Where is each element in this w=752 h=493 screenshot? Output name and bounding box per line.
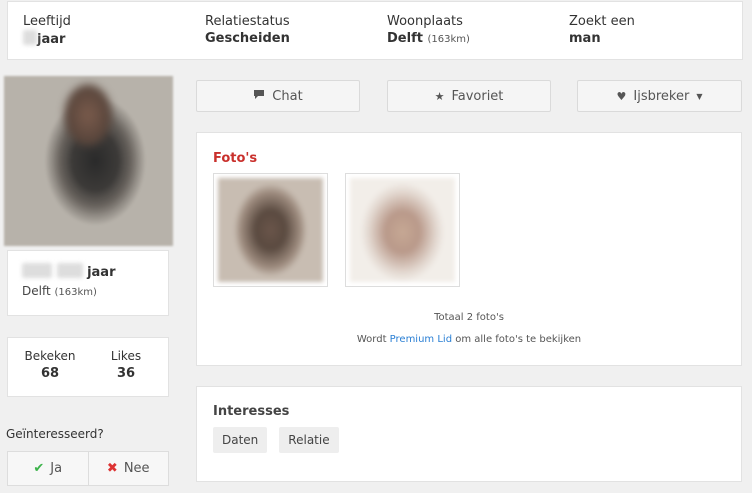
name-age-suffix: jaar bbox=[87, 265, 116, 280]
interested-label: Geïnteresseerd? bbox=[6, 427, 104, 441]
photos-title: Foto's bbox=[213, 151, 258, 166]
close-icon: ✖ bbox=[106, 461, 118, 476]
name-card: jaar Delft (163km) bbox=[7, 250, 169, 316]
name-blurred bbox=[22, 263, 52, 278]
chat-bubble-icon bbox=[253, 89, 265, 103]
heart-icon: ♥ bbox=[616, 89, 627, 103]
interests-title: Interesses bbox=[213, 404, 290, 419]
viewed-stat: Bekeken 68 bbox=[22, 349, 78, 381]
icebreaker-button[interactable]: ♥ Ijsbreker ▼ bbox=[577, 80, 742, 112]
seeking-label: Zoekt een bbox=[569, 14, 635, 29]
yes-button[interactable]: ✔ Ja bbox=[8, 452, 88, 485]
city-distance: (163km) bbox=[427, 34, 470, 45]
location-distance: (163km) bbox=[54, 287, 97, 298]
city-value: Delft bbox=[387, 31, 423, 46]
age-label: Leeftijd bbox=[23, 14, 71, 29]
relation-label: Relatiestatus bbox=[205, 14, 290, 29]
interest-tags: Daten Relatie bbox=[213, 427, 339, 453]
viewed-label: Bekeken bbox=[24, 349, 76, 363]
city-info: Woonplaats Delft (163km) bbox=[387, 14, 470, 49]
favorite-button[interactable]: ★ Favoriet bbox=[387, 80, 551, 112]
age-info: Leeftijd jaar bbox=[23, 14, 71, 49]
likes-value: 36 bbox=[116, 366, 136, 381]
photo-thumbnail-1[interactable] bbox=[213, 173, 328, 287]
age-blurred bbox=[56, 263, 83, 278]
premium-prompt: Wordt Premium Lid om alle foto's te beki… bbox=[356, 334, 582, 345]
check-icon: ✔ bbox=[33, 461, 45, 476]
likes-label: Likes bbox=[110, 349, 142, 363]
caret-down-icon: ▼ bbox=[696, 91, 703, 101]
age-number-blurred bbox=[23, 30, 37, 45]
location-city: Delft bbox=[22, 284, 51, 298]
age-value: jaar bbox=[37, 32, 66, 47]
photo-thumbnail-2[interactable] bbox=[345, 173, 460, 287]
photos-total: Totaal 2 foto's bbox=[434, 312, 504, 323]
profile-photo[interactable] bbox=[4, 76, 173, 246]
chat-button[interactable]: Chat bbox=[196, 80, 360, 112]
star-icon: ★ bbox=[434, 89, 445, 103]
photos-card: Foto's Totaal 2 foto's Wordt Premium Lid… bbox=[196, 132, 742, 366]
no-button[interactable]: ✖ Nee bbox=[87, 452, 169, 485]
chat-label: Chat bbox=[272, 88, 303, 104]
city-label: Woonplaats bbox=[387, 14, 463, 29]
seeking-value: man bbox=[569, 31, 601, 46]
stats-card: Bekeken 68 Likes 36 bbox=[7, 337, 169, 397]
relation-value: Gescheiden bbox=[205, 31, 290, 46]
interests-card: Interesses Daten Relatie bbox=[196, 386, 742, 482]
seeking-info: Zoekt een man bbox=[569, 14, 635, 48]
relation-info: Relatiestatus Gescheiden bbox=[205, 14, 290, 48]
interested-toggle: ✔ Ja ✖ Nee bbox=[7, 451, 169, 486]
no-label: Nee bbox=[123, 461, 150, 476]
viewed-value: 68 bbox=[40, 366, 60, 381]
profile-summary-bar: Leeftijd jaar Relatiestatus Gescheiden W… bbox=[7, 1, 743, 60]
interest-tag: Daten bbox=[213, 427, 268, 453]
premium-link[interactable]: Premium Lid bbox=[390, 334, 452, 345]
interest-tag: Relatie bbox=[279, 427, 339, 453]
favorite-label: Favoriet bbox=[451, 88, 504, 104]
likes-stat: Likes 36 bbox=[104, 349, 148, 381]
yes-label: Ja bbox=[50, 461, 63, 476]
icebreaker-label: Ijsbreker bbox=[633, 88, 690, 104]
